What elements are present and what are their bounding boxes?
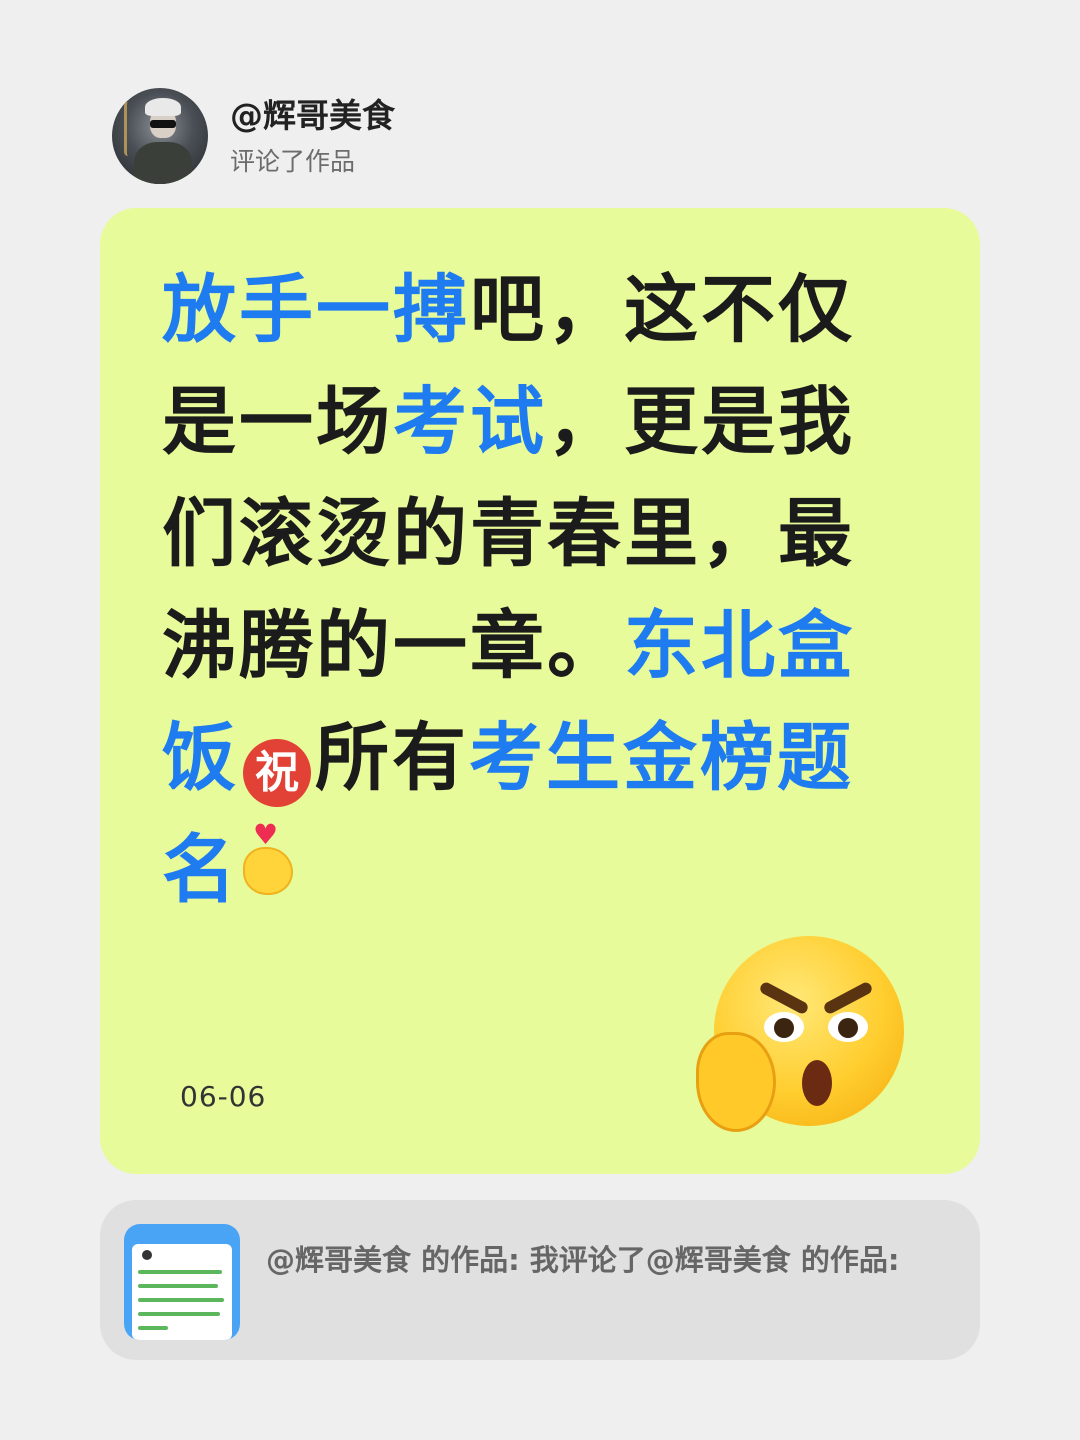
angry-thinking-emoji-icon xyxy=(696,936,912,1136)
thumbnail-line xyxy=(138,1284,218,1288)
comment-text: 放手一搏吧，这不仅是一场考试，更是我们滚烫的青春里，最沸腾的一章。东北盒饭祝所有… xyxy=(162,254,902,926)
emoji-eye-left xyxy=(764,1012,804,1042)
avatar-glasses xyxy=(150,120,176,128)
user-avatar[interactable] xyxy=(112,88,208,184)
congratulation-emoji-icon: 祝 xyxy=(243,739,311,807)
emoji-mouth xyxy=(802,1060,832,1106)
comment-card: 放手一搏吧，这不仅是一场考试，更是我们滚烫的青春里，最沸腾的一章。东北盒饭祝所有… xyxy=(100,208,980,1174)
thumbnail-content xyxy=(132,1244,232,1340)
thumbnail-line xyxy=(138,1270,222,1274)
heart-icon: ♥ xyxy=(253,818,282,851)
emoji-eye-right xyxy=(828,1012,868,1042)
avatar-calligraphy xyxy=(124,102,137,156)
comment-segment: 放手一搏 xyxy=(162,267,470,353)
comment-header: @辉哥美食 评论了作品 xyxy=(112,88,395,184)
comment-segment: 考试 xyxy=(393,379,547,465)
action-subtitle: 评论了作品 xyxy=(230,147,356,176)
username[interactable]: @辉哥美食 xyxy=(230,94,395,138)
shared-post-card[interactable]: @辉哥美食 的作品: 我评论了@辉哥美食 的作品: xyxy=(100,1200,980,1360)
comment-segment: 所有 xyxy=(315,715,469,801)
shared-post-text[interactable]: @辉哥美食 的作品: 我评论了@辉哥美食 的作品: xyxy=(266,1238,926,1282)
avatar-hair xyxy=(145,98,181,116)
post-thumbnail-icon[interactable] xyxy=(124,1224,240,1340)
thumbnail-line xyxy=(138,1298,224,1302)
thumbnail-avatar xyxy=(142,1250,152,1260)
avatar-coat xyxy=(134,142,192,184)
emoji-hand xyxy=(696,1032,776,1132)
emoji-brow-right xyxy=(822,980,874,1016)
emoji-brow-left xyxy=(758,980,810,1016)
thumbnail-line xyxy=(138,1326,168,1330)
comment-date: 06-06 xyxy=(180,1080,267,1113)
hand-icon xyxy=(243,847,293,895)
finger-heart-icon: ♥ xyxy=(239,821,299,901)
thumbnail-line xyxy=(138,1312,220,1316)
user-info: @辉哥美食 评论了作品 xyxy=(230,94,395,178)
